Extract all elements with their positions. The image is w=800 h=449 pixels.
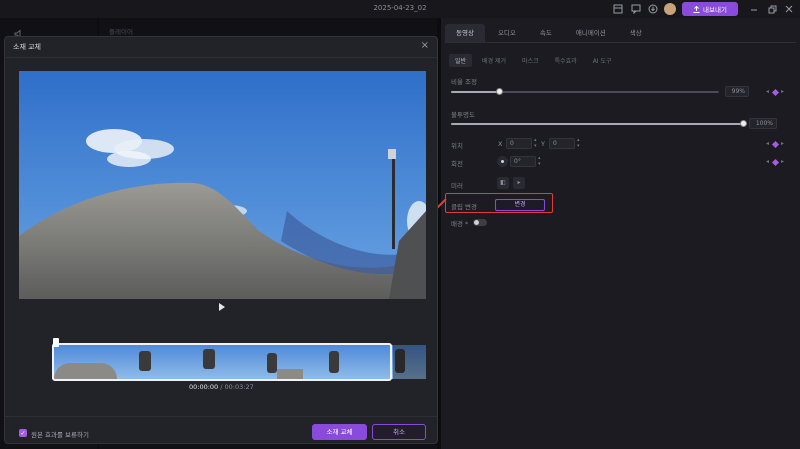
- scale-slider-knob[interactable]: [496, 88, 503, 95]
- keyframe-icon[interactable]: [771, 88, 780, 97]
- layout-icon[interactable]: [612, 3, 624, 15]
- highlight-box: [445, 193, 553, 213]
- rotate-field[interactable]: 0°: [510, 156, 536, 167]
- export-button[interactable]: 내보내기: [682, 2, 738, 16]
- flip-horizontal-icon[interactable]: ◧: [497, 177, 509, 189]
- opacity-value-field[interactable]: 100%: [749, 118, 777, 129]
- position-y-stepper[interactable]: ▴ ▾: [577, 137, 580, 149]
- opacity-slider-fill: [451, 123, 743, 125]
- scale-value-field[interactable]: 99%: [725, 86, 749, 97]
- subtab-ai-tools[interactable]: AI 도구: [587, 54, 618, 67]
- tab-speed[interactable]: 속도: [529, 24, 563, 42]
- video-preview: [19, 71, 426, 299]
- position-x-label: X: [498, 140, 503, 148]
- minimize-icon[interactable]: [748, 3, 760, 15]
- rotate-stepper[interactable]: ▴ ▾: [538, 155, 541, 167]
- scale-label: 비율 조정: [451, 78, 477, 86]
- subtab-general[interactable]: 일반: [449, 54, 473, 67]
- opacity-label: 불투명도: [451, 111, 475, 119]
- close-window-icon[interactable]: [783, 3, 795, 15]
- scale-slider-fill: [451, 91, 499, 93]
- rotate-label: 회전: [451, 160, 463, 168]
- tab-audio[interactable]: 오디오: [487, 24, 527, 42]
- replace-media-button[interactable]: 소재 교체: [312, 424, 367, 440]
- position-y-field[interactable]: 0: [549, 138, 575, 149]
- subtab-mask[interactable]: 마스크: [516, 54, 545, 67]
- property-subtabs: 일반 배경 제거 마스크 특수효과 AI 도구: [449, 54, 618, 67]
- upload-icon: [693, 5, 700, 13]
- replace-media-dialog: 소재 교체 × 00:00:00 / 00:03:27 ✓ 원본 효과를 보류하…: [4, 36, 438, 444]
- property-tabs: 동영상 오디오 속도 애니메이션 색상: [445, 24, 653, 42]
- tab-color[interactable]: 색상: [619, 24, 653, 42]
- title-bar: 2025-04-23_02 내보내기: [0, 0, 800, 18]
- playhead-handle[interactable]: [53, 338, 59, 347]
- app-window: 2025-04-23_02 내보내기 플레이어 동영상 오디오 속도 애니메이션…: [0, 0, 800, 449]
- restore-icon[interactable]: [766, 3, 778, 15]
- cancel-button[interactable]: 취소: [372, 424, 426, 440]
- background-toggle[interactable]: [473, 219, 487, 226]
- rotate-dial[interactable]: [497, 156, 508, 167]
- mirror-label: 미러: [451, 182, 463, 190]
- project-title: 2025-04-23_02: [373, 4, 427, 12]
- prev-keyframe-icon[interactable]: ◂: [766, 140, 769, 147]
- prev-keyframe-icon[interactable]: ◂: [766, 88, 769, 95]
- time-readout: 00:00:00 / 00:03:27: [189, 383, 254, 391]
- footer-divider: [5, 416, 437, 417]
- opacity-slider-knob[interactable]: [740, 120, 747, 127]
- unselected-region: [393, 345, 426, 379]
- dialog-header: 소재 교체 ×: [5, 37, 437, 57]
- current-time: 00:00:00: [189, 383, 219, 391]
- tab-divider: [445, 42, 796, 43]
- properties-panel: 동영상 오디오 속도 애니메이션 색상 일반 배경 제거 마스크 특수효과 AI…: [441, 18, 800, 449]
- position-x-stepper[interactable]: ▴ ▾: [534, 137, 537, 149]
- subtab-effects[interactable]: 특수효과: [549, 54, 583, 67]
- position-label: 위치: [451, 142, 463, 150]
- next-keyframe-icon[interactable]: ▸: [781, 140, 784, 147]
- tab-video[interactable]: 동영상: [445, 24, 485, 42]
- total-duration: 00:03:27: [224, 383, 254, 391]
- keyframe-icon[interactable]: [771, 158, 780, 167]
- dialog-divider: [5, 57, 437, 58]
- flip-vertical-icon[interactable]: ▸: [513, 177, 525, 189]
- feedback-icon[interactable]: [630, 3, 642, 15]
- next-keyframe-icon[interactable]: ▸: [781, 88, 784, 95]
- background-label: 배경 *: [451, 220, 469, 228]
- export-label: 내보내기: [703, 6, 727, 14]
- preview-image: [19, 71, 426, 299]
- position-y-label: Y: [541, 140, 545, 148]
- download-icon[interactable]: [647, 3, 659, 15]
- play-button[interactable]: [219, 303, 225, 311]
- keyframe-icon[interactable]: [771, 140, 780, 149]
- prev-keyframe-icon[interactable]: ◂: [766, 158, 769, 165]
- close-icon[interactable]: ×: [421, 40, 429, 51]
- subtab-bg-remove[interactable]: 배경 제거: [476, 54, 512, 67]
- keep-effects-checkbox[interactable]: ✓: [19, 429, 27, 437]
- keep-effects-label: 원본 효과를 보류하기: [31, 431, 89, 439]
- tab-animation[interactable]: 애니메이션: [565, 24, 617, 42]
- trim-selection-frame[interactable]: [52, 338, 392, 381]
- dialog-title: 소재 교체: [13, 43, 41, 51]
- next-keyframe-icon[interactable]: ▸: [781, 158, 784, 165]
- trim-filmstrip[interactable]: [51, 338, 426, 381]
- user-avatar[interactable]: [664, 3, 676, 15]
- position-x-field[interactable]: 0: [506, 138, 532, 149]
